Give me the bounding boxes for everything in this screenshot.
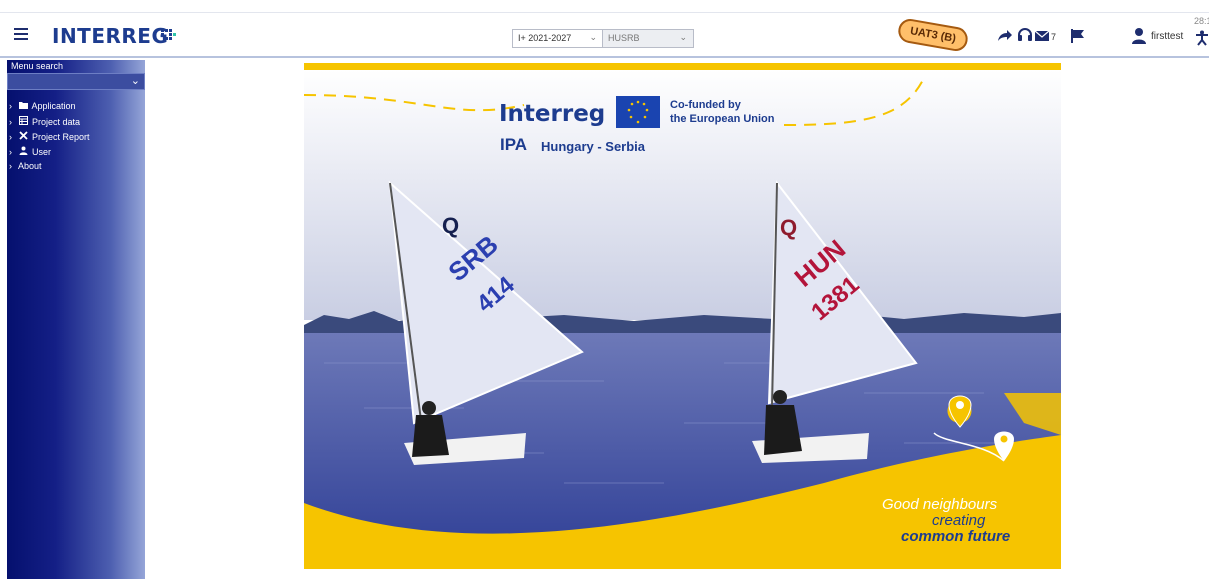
hamburger-menu-icon[interactable] [14,28,28,40]
banner-illustration [304,63,1061,569]
sidebar-item-user[interactable]: › User [9,146,51,160]
environment-badge: UAT3 (B) [896,17,972,53]
user-icon[interactable] [1130,27,1148,45]
program-period-value: I+ 2021-2027 [518,33,572,43]
sidebar-item-label: Project data [32,117,81,127]
sidebar-item-label: User [32,147,52,157]
sidebar-item-label: Application [31,101,76,111]
mail-count: 7 [1051,32,1057,42]
chevron-right-icon: › [9,147,12,157]
top-header: INTERREG I+ 2021-2027 ⌄ HUSRB ⌄ UAT3 (B)… [0,0,1209,58]
sidebar-item-project-data[interactable]: › Project data [9,116,80,130]
slogan-line-1: Good neighbours [882,496,998,513]
program-code-value: HUSRB [608,33,640,43]
sidebar-item-project-report[interactable]: › Project Report [9,131,90,145]
flag-icon[interactable] [1069,27,1087,45]
cofunded-line-2: the European Union [670,113,775,125]
app-root: INTERREG I+ 2021-2027 ⌄ HUSRB ⌄ UAT3 (B)… [0,0,1209,579]
program-code-select[interactable]: HUSRB ⌄ [602,29,694,48]
table-icon [18,116,30,127]
headset-support-icon[interactable] [1016,26,1034,44]
programme-prefix: IPA [500,135,528,154]
header-divider [0,12,1209,13]
environment-badge-label: UAT3 (B) [896,17,970,53]
logo-mark-icon [161,29,176,40]
banner-brand: Interreg [499,101,606,127]
chevron-right-icon: › [9,132,12,142]
slogan-line-3: common future [901,528,1011,545]
cofunded-line-1: Co-funded by [670,99,741,111]
mail-icon[interactable] [1034,27,1052,45]
username-label[interactable]: firsttest [1151,31,1183,42]
chevron-right-icon: › [9,161,12,171]
tools-icon [18,131,30,142]
sail-right-letter: Q [780,215,798,240]
sidebar-item-about[interactable]: › About [9,161,42,175]
share-arrow-icon[interactable] [996,27,1014,45]
programme-name: Hungary - Serbia [541,139,646,154]
program-period-select[interactable]: I+ 2021-2027 ⌄ [512,29,604,48]
menu-search-label: Menu search [11,61,64,71]
sidebar-item-label: About [18,161,42,171]
sidebar-menu: Menu search ⌄ › Application › Project da… [7,60,145,579]
app-logo[interactable]: INTERREG [52,24,168,48]
chevron-down-icon: ⌄ [130,75,140,87]
eu-flag-icon [616,96,660,128]
chevron-right-icon: › [9,101,12,111]
chevron-right-icon: › [9,117,12,127]
menu-search-dropdown[interactable]: ⌄ [7,73,145,90]
session-timer: 28:1 [1194,16,1209,26]
folder-icon [18,101,30,111]
user-icon [19,146,30,157]
programme-banner: Interreg Co-funded by the European Union… [304,63,1061,569]
accessibility-icon[interactable] [1193,30,1209,48]
sail-left-letter: Q [442,213,460,238]
sidebar-item-label: Project Report [32,132,90,142]
chevron-down-icon: ⌄ [679,32,687,42]
sidebar-item-application[interactable]: › Application [9,101,76,115]
slogan-line-2: creating [932,512,986,529]
chevron-down-icon: ⌄ [589,32,597,42]
